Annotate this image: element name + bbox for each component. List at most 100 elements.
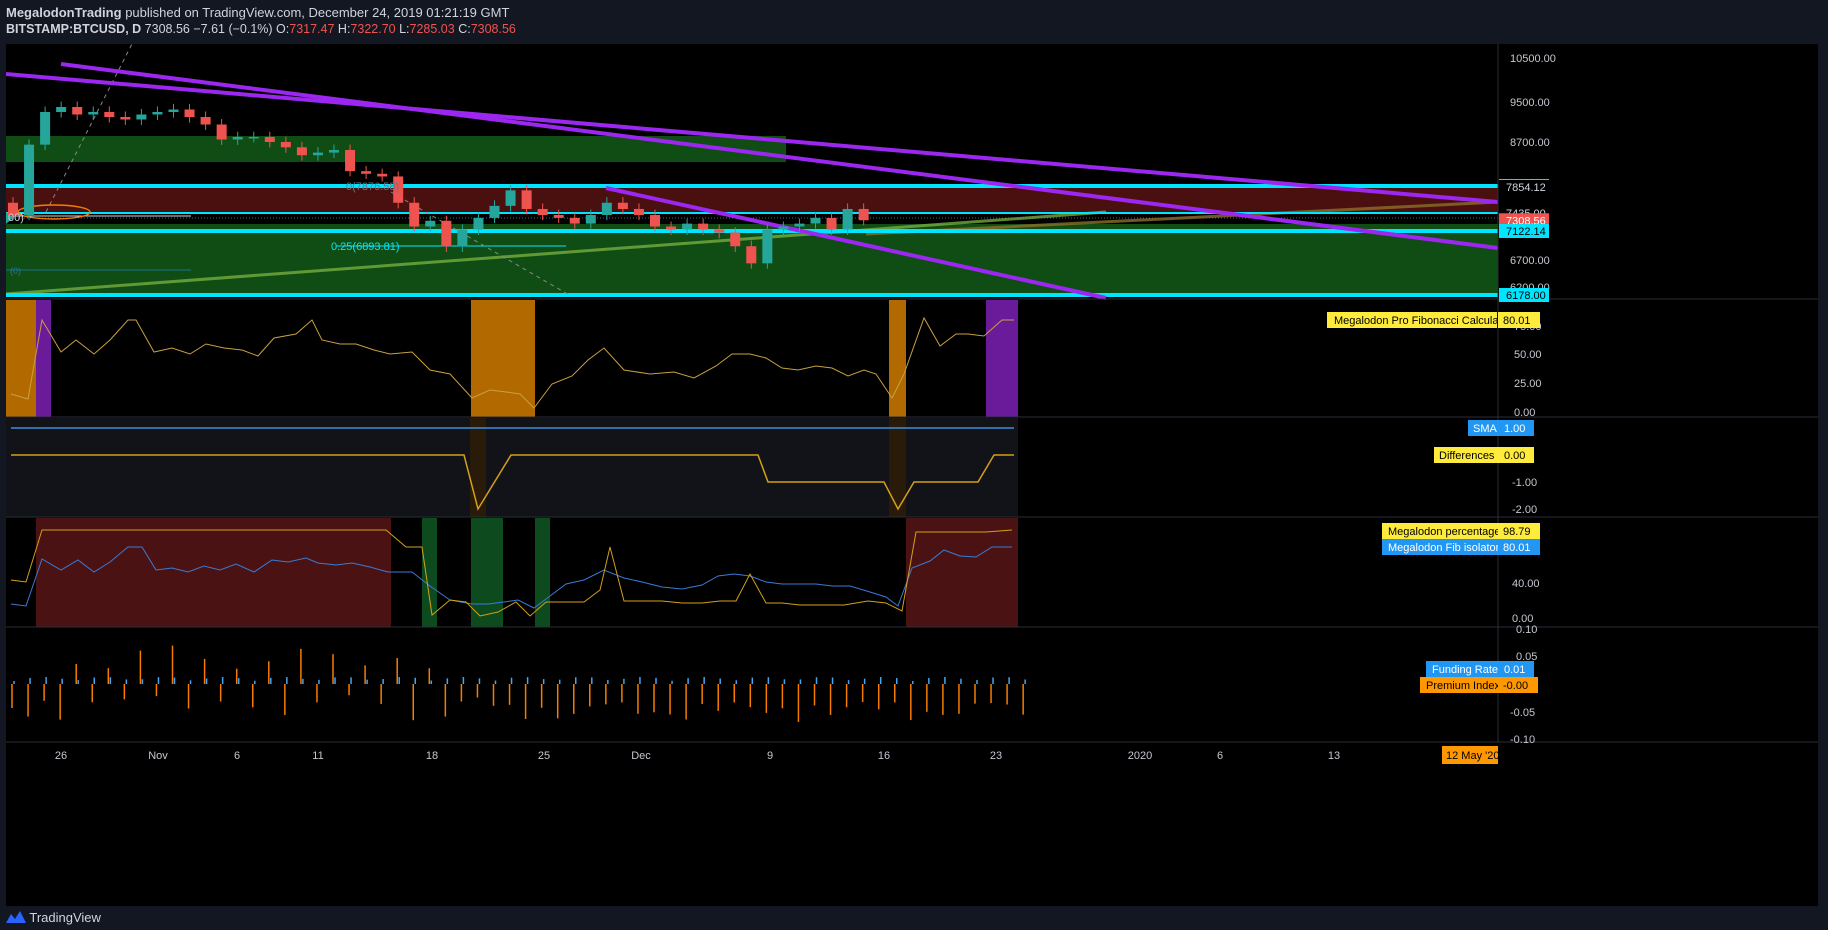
histogram-bar [187,680,192,709]
tradingview-brand[interactable]: TradingView [6,910,101,925]
pane2-tick: -2.00 [1512,504,1537,516]
candle[interactable] [72,101,83,121]
histogram-bar [460,677,465,702]
time-axis[interactable]: 26 Nov 6 11 18 25 Dec 9 16 23 2020 6 13 [55,750,1340,762]
legend-funding-rate[interactable]: Funding Rate 0.01 [1426,661,1534,677]
candle-body [184,109,195,117]
candle-body [120,117,131,120]
candle-body [633,208,644,216]
candle-body [72,107,83,115]
candle[interactable] [88,106,99,121]
histogram-bar [573,677,577,714]
candle-body [794,223,805,227]
histogram-bar [155,677,160,697]
candle[interactable] [40,106,51,151]
legend-megalodon-percentage[interactable]: Megalodon percentage 98.79 [1382,523,1540,539]
candle-body [296,147,307,156]
pane3-red-zone [906,518,1018,627]
legend-premium-index[interactable]: Premium Index -0.00 [1420,677,1538,693]
legend-name: Differences [1439,450,1495,462]
histogram-bar [91,677,95,703]
pane3-tick: 40.00 [1512,578,1540,590]
candle[interactable] [120,111,131,125]
candle-body [152,112,163,115]
candle-body [650,215,660,227]
brand-text: TradingView [29,910,101,925]
chart-svg[interactable]: 0(7876.58) 0.25(6893.81) 00) (0) 10500.0… [5,39,1818,906]
price-pane[interactable]: 0(7876.58) 0.25(6893.81) 00) (0) [5,39,1499,300]
pane1-axis: 75.00 50.00 25.00 0.00 [1514,321,1542,419]
publish-line: MegalodonTrading published on TradingVie… [6,5,509,20]
histogram-bar [1022,679,1026,715]
pane3-green-zone [535,518,550,627]
cursor-date: 12 May '20 [1446,750,1499,762]
legend-fib-calculator[interactable]: Megalodon Pro Fibonacci Calculator 80.01 [1327,312,1540,328]
author-name[interactable]: MegalodonTrading [6,5,122,20]
pane4-tick: -0.05 [1510,707,1535,719]
pane1-purple-bg [986,300,1018,417]
high-label: H: [337,22,351,36]
candle[interactable] [361,165,372,179]
candle-body [104,112,115,117]
time-tick: Nov [148,750,168,762]
price-label-text: 6178.00 [1506,290,1546,302]
legend-differences[interactable]: Differences 0.00 [1434,447,1534,463]
price-tick: 10500.00 [1510,53,1556,65]
candle-body [682,223,693,230]
price-change: −7.61 (−0.1%) [193,22,273,36]
legend-fib-isolator[interactable]: Megalodon Fib isolator 80.01 [1382,539,1540,555]
candle-body [56,107,67,112]
candle[interactable] [136,108,147,125]
pane-megalodon-percentage[interactable] [10,518,1018,627]
histogram-bar [139,650,144,684]
histogram-bar [300,648,304,684]
candle-body [312,152,323,156]
candle-body [40,112,51,145]
histogram-bar [444,678,449,717]
histogram-bar [396,657,400,684]
histogram-bar [829,677,834,715]
pane-fib-calculator[interactable] [6,300,1018,417]
candle[interactable] [24,139,35,221]
candle[interactable] [377,168,388,182]
histogram-bar [348,677,352,696]
time-tick: 6 [234,750,240,762]
publish-info: published on TradingView.com, December 2… [125,5,510,20]
price-tick: 8700.00 [1510,137,1550,149]
chart-area[interactable]: 0(7876.58) 0.25(6893.81) 00) (0) 10500.0… [5,39,1818,906]
legend-sma[interactable]: SMA 1.00 [1468,420,1534,436]
symbol-label[interactable]: BITSTAMP:BTCUSD, D [6,22,141,36]
candle[interactable] [56,101,67,118]
candle[interactable] [152,106,163,121]
candle-body [826,217,837,230]
pane1-orange-bg [6,300,36,417]
candle-body [569,217,580,224]
pane-sma-differences[interactable] [6,418,1018,517]
price-axis[interactable]: 10500.00 9500.00 8700.00 6700.00 6200.00… [1499,53,1556,302]
fib-label-quarter: 0.25(6893.81) [331,241,400,253]
histogram-bar [123,679,128,700]
candle-body [409,202,420,227]
candle[interactable] [200,111,211,130]
candle-body [280,142,291,148]
candle[interactable] [104,106,115,123]
histogram-bar [942,677,946,715]
candle-body [248,137,259,139]
histogram-bar [380,679,384,704]
candle[interactable] [762,224,773,269]
histogram-bar [332,654,336,684]
pane-funding-premium[interactable] [11,645,1026,722]
fib-label-small: (0) [10,266,21,276]
candle-body [200,117,211,125]
pane4-tick: 0.10 [1516,624,1537,636]
histogram-bar [75,663,79,684]
legend-name: Megalodon Pro Fibonacci Calculator [1334,315,1512,327]
candle[interactable] [168,103,179,118]
candle[interactable] [184,103,195,123]
histogram-bar [219,677,224,702]
price-tick: 6700.00 [1510,255,1550,267]
legend-name: Premium Index [1426,680,1500,692]
price-label-text: 7122.14 [1506,226,1546,238]
time-tick: 11 [312,750,323,762]
histogram-bar [171,645,176,684]
